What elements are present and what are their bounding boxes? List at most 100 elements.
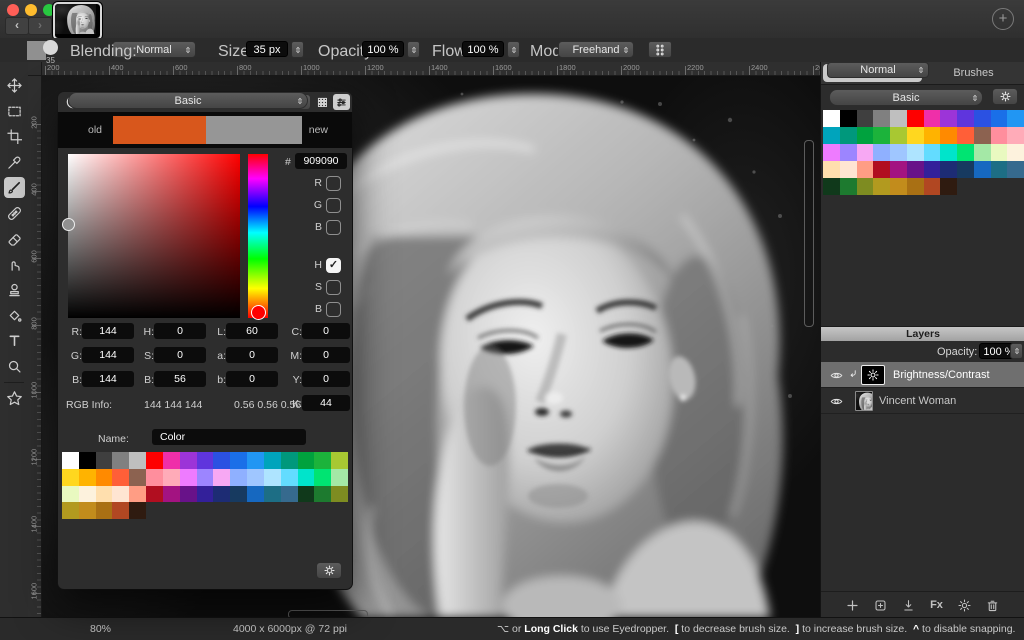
color-swatch[interactable] [873,161,890,178]
adjustment-button[interactable] [958,599,971,612]
add-group-button[interactable] [874,599,887,612]
color-swatch[interactable] [112,485,130,503]
color-swatch[interactable] [973,127,991,144]
color-swatch[interactable] [923,110,941,127]
palette-settings-button[interactable] [992,88,1018,105]
color-swatch[interactable] [213,468,231,486]
color-value-field[interactable]: 144 [82,347,134,363]
color-swatch[interactable] [823,144,840,161]
color-swatch[interactable] [839,178,857,195]
color-swatch[interactable] [95,452,113,469]
color-swatch[interactable] [957,127,974,144]
k-field[interactable]: 44 [302,395,350,411]
color-swatch[interactable] [890,110,907,127]
opacity-field[interactable]: 100 % [362,41,404,57]
color-swatch[interactable] [839,161,857,178]
move-tool[interactable] [4,75,25,96]
color-swatch[interactable] [162,485,180,503]
color-swatch[interactable] [230,452,248,469]
color-swatch[interactable] [890,161,907,178]
channel-checkbox-r[interactable] [326,176,341,191]
color-swatch[interactable] [823,161,840,178]
color-swatch[interactable] [331,468,348,486]
color-swatch[interactable] [906,144,924,161]
close-window-button[interactable] [7,4,19,16]
color-swatch[interactable] [990,127,1008,144]
color-swatch[interactable] [297,468,315,486]
clone-tool[interactable] [4,279,25,300]
grid-view-button[interactable] [315,95,330,109]
brush-tool[interactable] [4,177,25,198]
palette-select-dropdown[interactable]: Basic [829,89,983,106]
color-swatch[interactable] [940,178,957,195]
color-swatch[interactable] [314,485,332,503]
color-swatch[interactable] [856,178,874,195]
eyedropper-tool[interactable] [4,152,25,173]
eraser-tool[interactable] [4,228,25,249]
minimize-window-button[interactable] [25,4,37,16]
color-swatch[interactable] [62,468,79,486]
color-swatch[interactable] [973,110,991,127]
sliders-view-button[interactable] [333,94,350,110]
color-swatch[interactable] [146,452,163,469]
color-swatch[interactable] [1007,161,1024,178]
color-swatch[interactable] [230,485,248,503]
color-value-field[interactable]: 144 [82,323,134,339]
color-value-field[interactable]: 0 [302,371,350,387]
layer-row[interactable]: Brightness/Contrast [821,362,1024,388]
color-value-field[interactable]: 0 [302,347,350,363]
color-swatch[interactable] [923,178,941,195]
color-swatch[interactable] [990,144,1008,161]
snapping-button[interactable] [648,41,672,58]
color-value-field[interactable]: 0 [154,347,206,363]
color-name-field[interactable]: Color [152,429,306,445]
color-swatch[interactable] [280,485,298,503]
add-layer-button[interactable] [846,599,859,612]
size-stepper[interactable] [291,41,304,58]
color-swatch[interactable] [78,452,96,469]
color-swatch[interactable] [263,452,281,469]
hue-slider-handle[interactable] [251,305,266,320]
color-value-field[interactable]: 56 [154,371,206,387]
merge-down-button[interactable] [902,599,915,612]
color-swatch[interactable] [923,144,941,161]
color-swatch[interactable] [95,485,113,503]
hue-slider[interactable] [248,154,268,318]
color-swatch[interactable] [1007,127,1024,144]
color-swatch[interactable] [247,485,264,503]
saturation-brightness-picker[interactable] [68,154,240,318]
color-swatch[interactable] [839,144,857,161]
color-swatch[interactable] [957,161,974,178]
color-swatch[interactable] [129,485,147,503]
opacity-stepper[interactable] [407,41,420,58]
color-swatch[interactable] [146,485,163,503]
select-tool[interactable] [4,101,25,122]
color-swatch[interactable] [331,485,348,503]
old-color-swatch[interactable] [113,116,206,144]
color-swatch[interactable] [112,502,130,520]
color-swatch[interactable] [179,468,197,486]
color-swatch[interactable] [297,452,315,469]
palette-settings-button[interactable] [316,562,342,579]
color-swatch[interactable] [78,485,96,503]
color-swatch[interactable] [940,161,957,178]
color-swatch[interactable] [112,452,130,469]
fill-tool[interactable] [4,305,25,326]
color-swatch[interactable] [890,144,907,161]
color-swatch[interactable] [62,485,79,503]
layer-row[interactable]: Vincent Woman [821,388,1024,414]
sb-picker-handle[interactable] [62,218,75,231]
color-swatch[interactable] [78,468,96,486]
color-value-field[interactable]: 60 [226,323,278,339]
color-swatch[interactable] [297,485,315,503]
color-swatch[interactable] [196,485,214,503]
color-swatch[interactable] [112,468,130,486]
color-swatch[interactable] [263,485,281,503]
color-swatch[interactable] [263,468,281,486]
mode-dropdown[interactable]: Freehand [558,41,634,58]
color-swatch[interactable] [1007,144,1024,161]
color-swatch[interactable] [1007,110,1024,127]
color-swatch[interactable] [873,178,890,195]
color-swatch[interactable] [856,127,874,144]
channel-checkbox-b[interactable] [326,302,341,317]
